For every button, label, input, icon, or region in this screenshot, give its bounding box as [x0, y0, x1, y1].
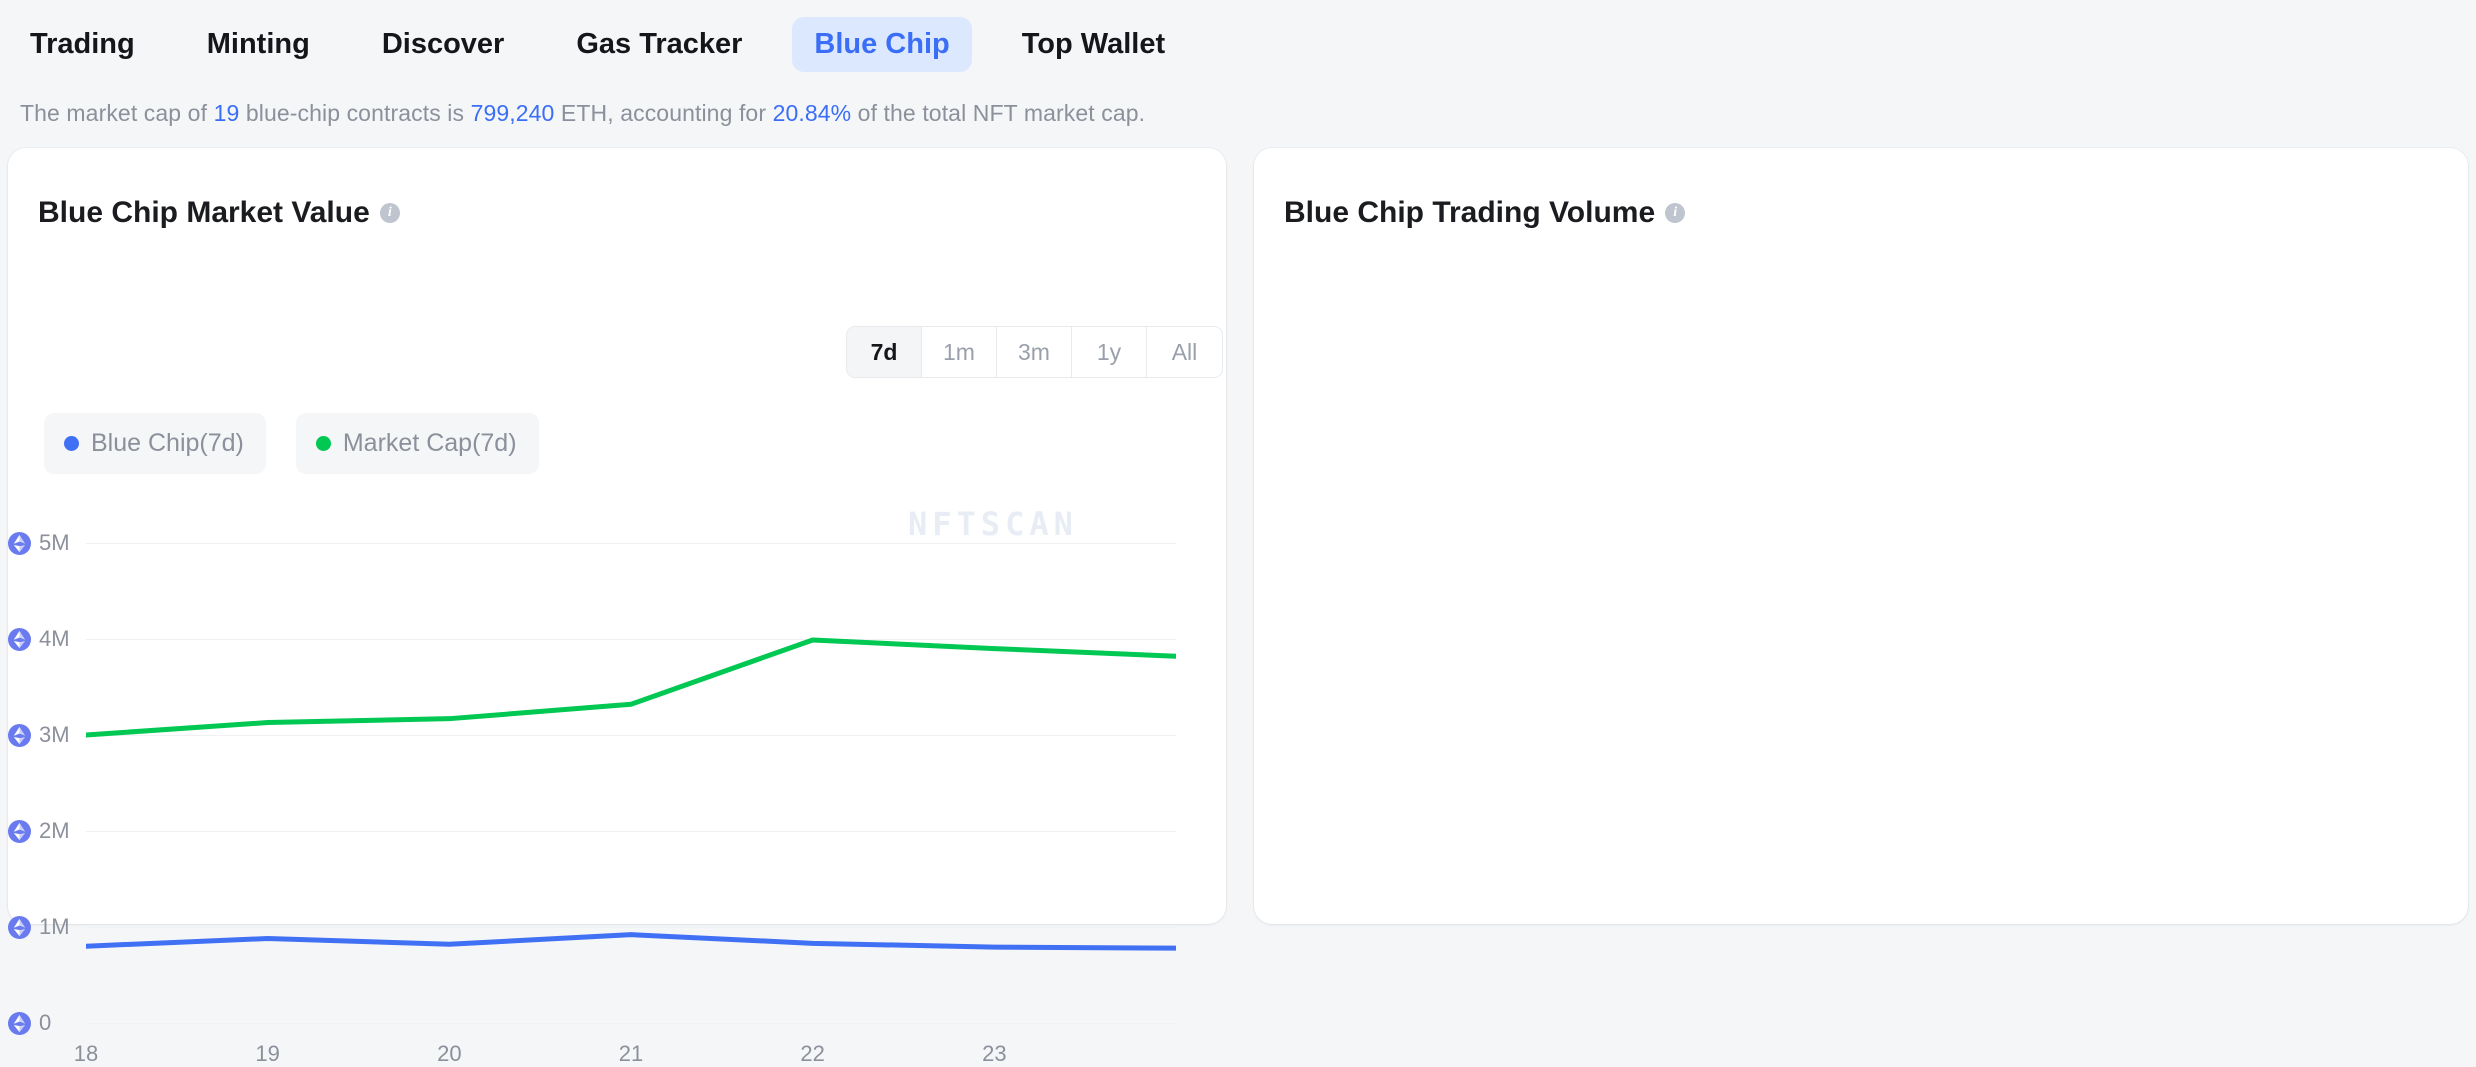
- eth-icon: [8, 531, 31, 555]
- tab-gas-tracker[interactable]: Gas Tracker: [554, 17, 764, 72]
- x-axis-tick-label: 19: [255, 1041, 280, 1066]
- y-axis-tick: 1M: [8, 914, 70, 940]
- x-axis-tick-label: 20: [437, 1041, 462, 1066]
- summary-text-4: of the total NFT market cap.: [851, 100, 1146, 126]
- left-legend-group: Blue Chip(7d) Market Cap(7d): [44, 413, 539, 474]
- range-3m[interactable]: 3m: [997, 327, 1072, 377]
- summary-market-cap: 799,240: [470, 100, 555, 126]
- y-axis-tick-label: 3M: [39, 722, 70, 747]
- chart-line[interactable]: [86, 637, 1176, 738]
- summary-percent: 20.84%: [772, 100, 852, 126]
- left-card-title-text: Blue Chip Market Value: [38, 196, 370, 229]
- range-1y[interactable]: 1y: [1072, 327, 1147, 377]
- y-axis-tick: 0: [8, 1010, 51, 1036]
- eth-icon: [8, 723, 31, 747]
- left-card-title: Blue Chip Market Value i: [38, 196, 400, 230]
- eth-icon: [8, 819, 31, 843]
- tab-discover[interactable]: Discover: [360, 17, 527, 72]
- tab-top-wallet[interactable]: Top Wallet: [1000, 17, 1187, 72]
- summary-text-3: ETH, accounting for: [554, 100, 773, 126]
- info-icon[interactable]: i: [1665, 203, 1686, 223]
- legend-label: Market Cap(7d): [342, 429, 517, 457]
- x-axis-tick-label: 22: [800, 1041, 825, 1066]
- eth-icon: [8, 627, 31, 651]
- nftscan-watermark: NFTSCAN: [908, 505, 1078, 543]
- main-tab-bar: Trading Minting Discover Gas Tracker Blu…: [0, 0, 2476, 88]
- chart-line[interactable]: [86, 932, 1176, 951]
- summary-text-1: The market cap of: [20, 100, 214, 126]
- y-axis-tick-label: 1M: [39, 914, 70, 939]
- y-axis-tick: 2M: [8, 818, 70, 844]
- right-card-title: Blue Chip Trading Volume i: [1284, 196, 1686, 230]
- legend-market-cap[interactable]: Market Cap(7d): [295, 413, 539, 474]
- y-axis-tick: 4M: [8, 626, 70, 652]
- legend-label: Blue Chip(7d): [91, 429, 244, 457]
- legend-dot-icon: [64, 436, 79, 451]
- y-axis-tick-label: 2M: [39, 818, 70, 843]
- range-7d[interactable]: 7d: [847, 327, 922, 377]
- legend-blue-chip[interactable]: Blue Chip(7d): [44, 413, 266, 474]
- gridline: [86, 1023, 1176, 1024]
- y-axis-tick-label: 4M: [39, 626, 70, 651]
- range-1m[interactable]: 1m: [922, 327, 997, 377]
- tab-blue-chip[interactable]: Blue Chip: [792, 16, 972, 72]
- tab-trading[interactable]: Trading: [8, 17, 157, 72]
- left-range-selector: 7d 1m 3m 1y All: [846, 326, 1223, 378]
- x-axis-tick-label: 21: [618, 1041, 644, 1066]
- y-axis-tick-label: 5M: [39, 530, 70, 555]
- market-value-chart-plot: 0 1M 2M 3M 4M 5M 18 19 20 21 22 23: [8, 530, 1176, 1066]
- chart-series-layer: [86, 637, 1176, 951]
- market-cap-summary: The market cap of 19 blue-chip contracts…: [20, 100, 1145, 127]
- eth-icon: [8, 915, 31, 939]
- blue-chip-market-value-card: Blue Chip Market Value i 7d 1m 3m 1y All…: [8, 148, 1226, 1066]
- right-card-title-text: Blue Chip Trading Volume: [1284, 196, 1656, 229]
- tab-minting[interactable]: Minting: [185, 17, 332, 72]
- info-icon[interactable]: i: [379, 203, 400, 223]
- eth-icon: [8, 1011, 31, 1035]
- range-all[interactable]: All: [1147, 327, 1222, 377]
- y-axis-tick-label: 0: [39, 1010, 52, 1035]
- x-axis-tick-label: 18: [73, 1041, 99, 1066]
- x-axis-tick-label: 23: [982, 1041, 1007, 1066]
- legend-dot-icon: [315, 436, 331, 451]
- summary-text-2: blue-chip contracts is: [239, 100, 471, 126]
- y-axis-tick: 3M: [8, 722, 70, 748]
- blue-chip-trading-volume-card: Blue Chip Trading Volume i 7d 1m 3m 1y A…: [1254, 148, 2468, 924]
- y-axis-tick: 5M: [8, 530, 70, 556]
- summary-contract-count: 19: [213, 100, 240, 126]
